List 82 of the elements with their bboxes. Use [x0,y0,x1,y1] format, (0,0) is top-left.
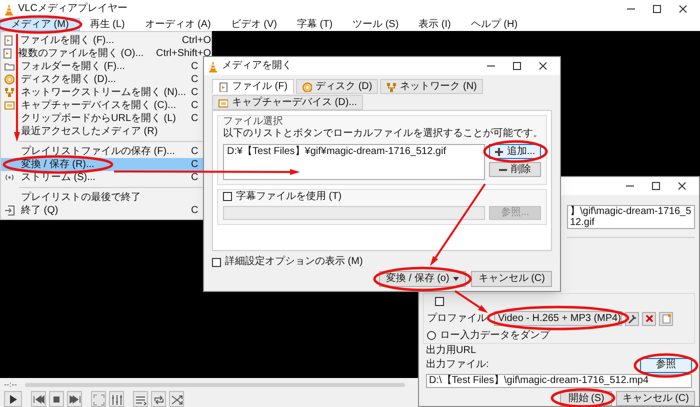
next-icon [68,392,81,406]
network-icon [4,87,14,98]
file-icon [3,35,14,46]
file-list-item[interactable]: D:¥【Test Files】¥gif¥magic-dream-1716_512.gif [227,146,481,157]
playlist-button[interactable] [133,391,148,407]
checkbox-label: 詳細設定オプションの表示 (M) [225,257,363,267]
browse-button[interactable]: 参照 [640,358,692,372]
play-button[interactable] [4,391,22,407]
maximize-icon[interactable] [652,4,662,14]
convert-save-button[interactable]: 変換 / 保存 (o) [378,271,466,287]
tab[interactable]: ディスク (D) [296,79,378,94]
close-icon[interactable] [538,61,548,71]
cancel-button[interactable]: キャンセル (C) [616,391,695,406]
output-file-label: 出力ファイル: [426,360,489,370]
cancel-button[interactable]: キャンセル (C) [471,271,552,287]
file-list[interactable]: D:¥【Test Files】¥gif¥magic-dream-1716_512.gif [223,144,485,180]
source-file-field[interactable]: 】\gif\magic-dream-1716_512.gif [567,205,695,229]
annotation-arrow [454,290,488,313]
wrench-icon [626,313,638,324]
annotation-ellipse [483,140,548,163]
menu-bar-item[interactable]: ヘルプ (H) [460,18,528,31]
menu-bar-item[interactable]: ビデオ (V) [220,18,287,31]
remove-button[interactable]: 削除 [489,162,541,177]
menu-bar-item[interactable]: 表示 (I) [408,18,461,31]
plus-icon [494,148,503,156]
loop-button[interactable] [151,391,166,407]
fullscreen-icon [92,392,105,406]
time-label: --:-- [4,380,17,388]
profile-label: プロファイル [427,314,488,324]
hint-text: 以下のリストとボタンでローカルファイルを選択することが可能です。 [223,128,541,140]
checkbox[interactable] [212,258,221,266]
subtitle-file-field[interactable] [223,206,485,220]
tab[interactable]: ネットワーク (N) [380,79,483,94]
new-profile-button[interactable] [659,312,673,326]
equalizer-icon [110,392,123,406]
menu-bar-item[interactable]: オーディオ (A) [134,18,221,31]
vlc-cone-icon [4,2,14,16]
group-title: ファイル選択 [223,116,284,128]
checkbox[interactable] [435,297,444,306]
file-icon [2,48,13,59]
new-profile-icon [660,313,672,324]
profile-dropdown[interactable]: Video - H.265 + MP3 (MP4) [494,311,622,326]
exit-icon [4,205,14,216]
menu-bar-item[interactable]: ツール (S) [342,18,409,31]
loop-icon [152,392,165,406]
tab[interactable]: キャプチャーデバイス (D)... [212,95,363,110]
shuffle-button[interactable] [169,391,184,407]
file-icon [218,82,228,92]
stop-button[interactable] [49,391,64,407]
radio-button[interactable] [427,331,436,340]
radio-label: ロー入力データをダンプ [440,330,550,340]
menu-bar-item[interactable]: 字幕 (T) [287,18,343,31]
stream-icon [4,172,14,183]
close-icon[interactable] [677,181,687,191]
output-file-field[interactable]: D:\【Test Files】\gif\magic-dream-1716_512.mp4 [426,374,692,388]
disc-icon [4,74,14,85]
delete-profile-button[interactable] [642,312,656,326]
close-icon[interactable] [678,4,688,14]
window-title: VLCメディアプレイヤー [18,4,128,14]
menu-item[interactable]: 複数のファイルを開く (O)... Ctrl+Shift+O [1,47,211,60]
capture-device-icon [218,98,228,108]
capture-device-icon [4,100,14,111]
menu-item[interactable]: ファイルを開く (F)... Ctrl+O [1,34,211,47]
checkbox-label: 字幕ファイルを使用 (T) [236,192,342,202]
maximize-icon[interactable] [651,181,661,191]
menu-bar-item[interactable]: 再生 (L) [80,18,135,31]
group-title: 出力用URL [426,345,478,357]
next-button[interactable] [67,391,82,407]
checkbox[interactable] [223,192,232,201]
delete-icon [644,313,654,324]
add-button[interactable]: 追加... [489,144,541,159]
folder-icon [4,61,14,72]
previous-icon [32,392,45,406]
shuffle-icon [170,392,183,406]
tab[interactable]: ファイル (F) [212,79,294,94]
maximize-icon[interactable] [512,61,522,71]
vlc-cone-icon [208,60,218,72]
equalizer-button[interactable] [109,391,124,407]
dialog-title: メディアを開く [222,61,292,71]
previous-button[interactable] [31,391,46,407]
caret-icon [453,277,460,281]
network-icon [386,82,396,92]
